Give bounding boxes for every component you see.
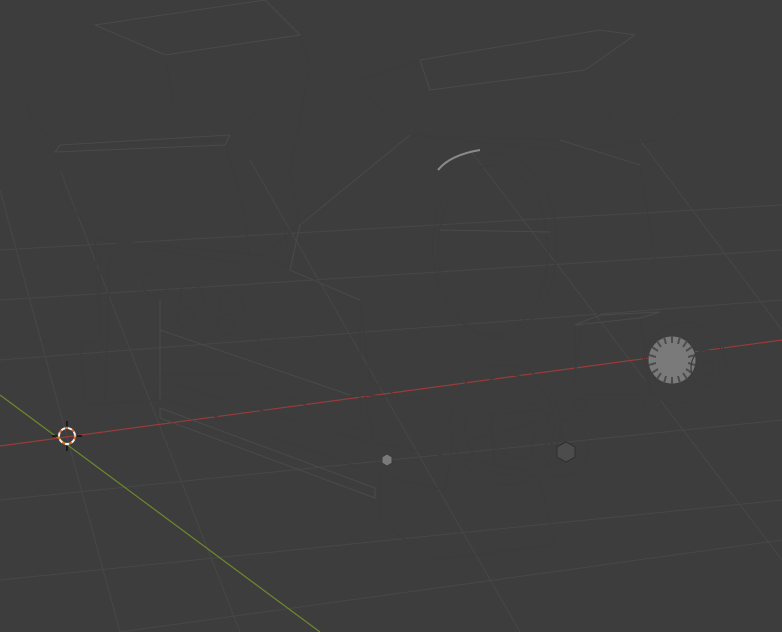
viewport-canvas[interactable] (0, 0, 782, 632)
floor-grid (0, 139, 782, 632)
engine-lower-front-plate (364, 394, 456, 491)
alternator (574, 311, 728, 416)
hex-socket-icon (556, 441, 576, 463)
crank-pulley (449, 364, 589, 486)
engine-valley (289, 54, 396, 226)
3d-viewport[interactable] (0, 0, 782, 632)
engine-block-left (79, 239, 361, 431)
gear-icon (647, 335, 697, 385)
engine-front-cover (284, 134, 656, 441)
hex-bolt-icon (381, 453, 393, 467)
right-valve-cover (359, 29, 681, 151)
front-oval-plate (432, 149, 558, 338)
engine-oil-pan (154, 379, 556, 561)
y-axis-line (0, 394, 321, 632)
left-cylinder-head (54, 139, 251, 266)
engine-model[interactable] (24, 0, 728, 561)
